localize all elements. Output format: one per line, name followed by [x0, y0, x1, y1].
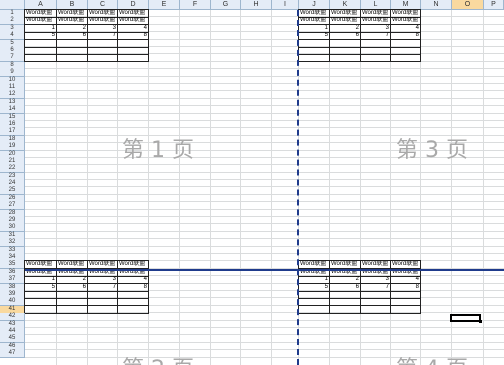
grid-hline	[25, 230, 504, 232]
table-cell-page1[interactable]	[25, 54, 57, 63]
table-cell-page1[interactable]	[57, 54, 88, 63]
table-cell-page4[interactable]	[361, 305, 391, 314]
grid-hline	[25, 127, 504, 129]
grid-hline	[25, 319, 504, 321]
grid-hline	[25, 105, 504, 107]
table-cell-page3[interactable]	[299, 54, 330, 63]
table-cell-page1[interactable]	[88, 54, 118, 63]
grid-hline	[25, 216, 504, 218]
grid-hline	[25, 90, 504, 92]
grid-hline	[25, 68, 504, 70]
vertical-page-break[interactable]	[297, 10, 299, 365]
grid-hline	[25, 186, 504, 188]
page-watermark-3: 第 3 页	[396, 138, 468, 163]
grid-hline	[25, 112, 504, 114]
grid-hline	[25, 253, 504, 255]
grid-hline	[25, 326, 504, 328]
grid-hline	[25, 208, 504, 210]
page-watermark-4: 第 4 页	[396, 351, 468, 365]
select-all-corner[interactable]	[0, 0, 25, 10]
grid-hline	[25, 82, 504, 84]
row-header-47[interactable]: 47	[0, 350, 25, 359]
grid-hline	[25, 201, 504, 203]
column-header-n[interactable]: N	[421, 0, 452, 10]
grid-hline	[25, 245, 504, 247]
grid-hline	[25, 97, 504, 99]
column-header-h[interactable]: H	[241, 0, 272, 10]
table-cell-page4[interactable]	[330, 305, 361, 314]
table-cell-page3[interactable]	[330, 54, 361, 63]
grid-hline	[25, 334, 504, 336]
table-cell-page4[interactable]	[299, 305, 330, 314]
active-cell[interactable]	[450, 314, 481, 322]
table-cell-page4[interactable]	[391, 305, 421, 314]
grid-hline	[25, 238, 504, 240]
horizontal-page-break[interactable]	[25, 269, 504, 271]
page-watermark-1: 第 1 页	[122, 138, 194, 163]
grid-hline	[25, 119, 504, 121]
column-header-g[interactable]: G	[211, 0, 241, 10]
grid-hline	[25, 171, 504, 173]
column-header-f[interactable]: F	[180, 0, 211, 10]
spreadsheet-page-break-preview[interactable]: ABCDEFGHIJKLMNOP 1 2 3 4 5 6 7 8 9 10 11 12 13 14 15 16…	[0, 0, 504, 365]
grid-hline	[25, 223, 504, 225]
table-cell-page2[interactable]	[88, 305, 118, 314]
grid-hline	[25, 341, 504, 343]
grid-hline	[25, 164, 504, 166]
table-cell-page2[interactable]	[118, 305, 149, 314]
table-cell-page1[interactable]	[118, 54, 149, 63]
page-watermark-2: 第 2 页	[122, 351, 194, 365]
table-cell-page2[interactable]	[25, 305, 57, 314]
column-header-e[interactable]: E	[149, 0, 180, 10]
column-header-p[interactable]: P	[484, 0, 504, 10]
fill-handle[interactable]	[479, 320, 482, 323]
column-header-i[interactable]: I	[272, 0, 299, 10]
table-cell-page3[interactable]	[391, 54, 421, 63]
grid-hline	[25, 75, 504, 77]
grid-hline	[25, 179, 504, 181]
grid-hline	[25, 193, 504, 195]
column-header-o[interactable]: O	[452, 0, 484, 10]
table-cell-page2[interactable]	[57, 305, 88, 314]
grid-hline	[25, 349, 504, 351]
table-cell-page3[interactable]	[361, 54, 391, 63]
